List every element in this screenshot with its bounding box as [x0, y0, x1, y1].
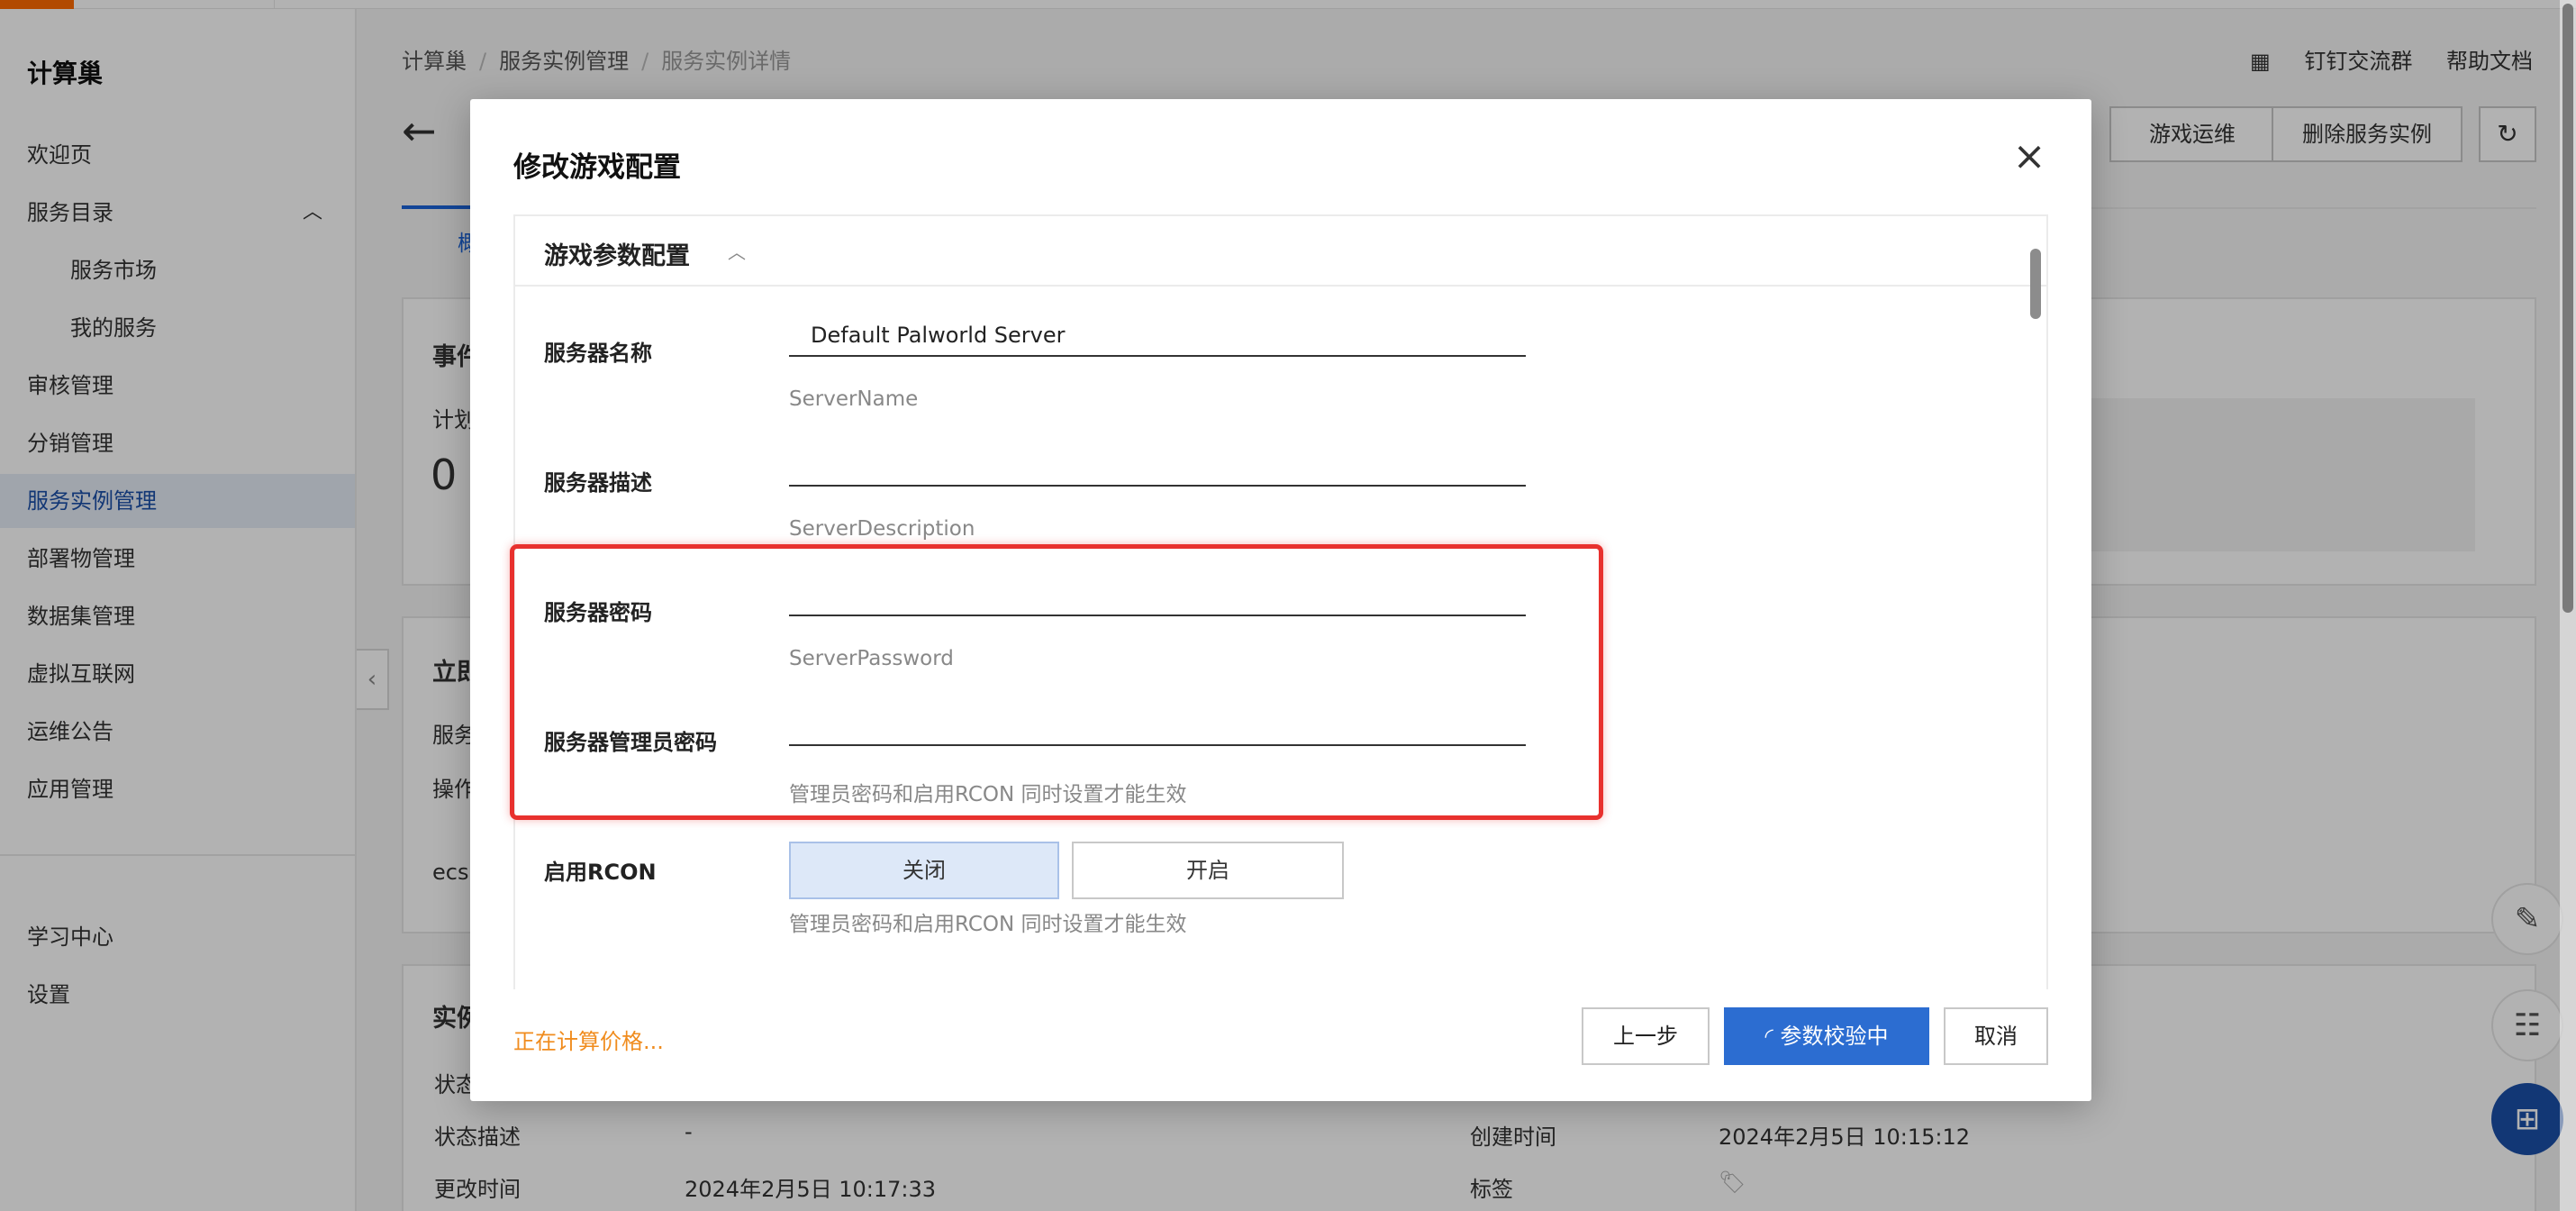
- server-description-input[interactable]: [789, 445, 1526, 487]
- highlight-annotation-box: [510, 544, 1603, 820]
- close-icon[interactable]: ×: [2012, 137, 2046, 177]
- section-title: 游戏参数配置: [544, 242, 690, 270]
- page-scrollbar-thumb[interactable]: [2562, 4, 2573, 613]
- dialog-title: 修改游戏配置: [513, 151, 681, 184]
- server-name-hint: ServerName: [789, 387, 919, 411]
- chevron-up-icon[interactable]: ︿: [728, 238, 746, 264]
- loading-spinner-icon: ◜: [1764, 1024, 1773, 1049]
- rcon-hint: 管理员密码和启用RCON 同时设置才能生效: [789, 913, 1187, 936]
- previous-step-button[interactable]: 上一步: [1582, 1007, 1710, 1065]
- server-description-hint: ServerDescription: [789, 517, 975, 541]
- section-header[interactable]: 游戏参数配置 ︿: [515, 216, 2046, 287]
- server-name-input[interactable]: [789, 315, 1526, 357]
- cancel-button[interactable]: 取消: [1944, 1007, 2048, 1065]
- validate-params-button[interactable]: ◜ 参数校验中: [1724, 1007, 1929, 1065]
- page-scrollbar[interactable]: [2560, 0, 2576, 1211]
- server-name-label: 服务器名称: [544, 341, 652, 366]
- rcon-off-option[interactable]: 关闭: [789, 842, 1059, 899]
- rcon-label: 启用RCON: [544, 860, 657, 885]
- validate-button-label: 参数校验中: [1780, 1024, 1889, 1049]
- server-description-label: 服务器描述: [544, 470, 652, 496]
- price-status-text: 正在计算价格...: [513, 1029, 664, 1054]
- panel-scrollbar-thumb[interactable]: [2030, 249, 2041, 319]
- rcon-on-option[interactable]: 开启: [1072, 842, 1344, 899]
